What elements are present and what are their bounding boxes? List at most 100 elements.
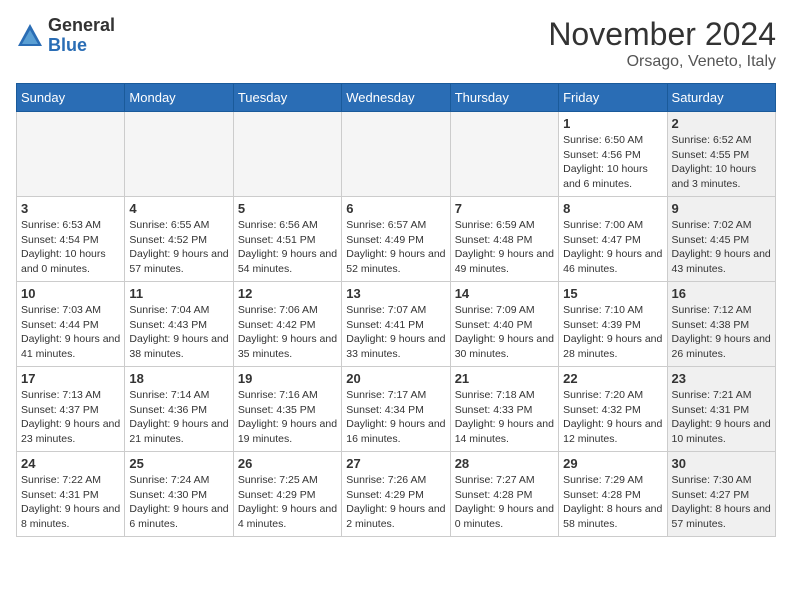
logo: General Blue [16, 16, 115, 56]
day-number: 19 [238, 371, 337, 386]
calendar-cell: 15Sunrise: 7:10 AM Sunset: 4:39 PM Dayli… [559, 282, 667, 367]
calendar-cell: 2 Sunrise: 6:52 AM Sunset: 4:55 PM Daylig… [667, 112, 775, 197]
calendar-cell: 1Sunrise: 6:50 AM Sunset: 4:56 PM Daylig… [559, 112, 667, 197]
calendar-cell: 28 Sunrise: 7:27 AM Sunset: 4:28 PM Dayli… [450, 452, 558, 537]
weekday-header-wednesday: Wednesday [342, 84, 450, 112]
day-info: Sunrise: 7:29 AM Sunset: 4:28 PM Dayligh… [563, 473, 662, 532]
day-info: Sunrise: 6:52 AM Sunset: 4:55 PM Dayligh… [672, 133, 771, 192]
week-row-3: 10 Sunrise: 7:03 AM Sunset: 4:44 PM Dayli… [17, 282, 776, 367]
calendar-cell: 24 Sunrise: 7:22 AM Sunset: 4:31 PM Dayli… [17, 452, 125, 537]
day-info: Sunrise: 7:26 AM Sunset: 4:29 PM Dayligh… [346, 473, 445, 532]
day-info: Sunrise: 7:30 AM Sunset: 4:27 PM Dayligh… [672, 473, 771, 532]
week-row-1: 1Sunrise: 6:50 AM Sunset: 4:56 PM Daylig… [17, 112, 776, 197]
day-info: Sunrise: 7:27 AM Sunset: 4:28 PM Dayligh… [455, 473, 554, 532]
title-block: November 2024 Orsago, Veneto, Italy [548, 16, 776, 71]
calendar-cell: 20 Sunrise: 7:17 AM Sunset: 4:34 PM Dayli… [342, 367, 450, 452]
calendar-cell: 12 Sunrise: 7:06 AM Sunset: 4:42 PM Dayli… [233, 282, 341, 367]
day-info: Sunrise: 7:18 AM Sunset: 4:33 PM Dayligh… [455, 388, 554, 447]
calendar-cell: 8 Sunrise: 7:00 AM Sunset: 4:47 PM Daylig… [559, 197, 667, 282]
day-number: 30 [672, 456, 771, 471]
day-info: Sunrise: 7:12 AM Sunset: 4:38 PM Dayligh… [672, 303, 771, 362]
day-number: 12 [238, 286, 337, 301]
day-number: 7 [455, 201, 554, 216]
calendar-table: SundayMondayTuesdayWednesdayThursdayFrid… [16, 83, 776, 537]
logo-icon [16, 22, 44, 50]
day-number: 29 [563, 456, 662, 471]
day-number: 28 [455, 456, 554, 471]
day-number: 18 [129, 371, 228, 386]
calendar-cell [342, 112, 450, 197]
day-info: Sunrise: 6:56 AM Sunset: 4:51 PM Dayligh… [238, 218, 337, 277]
day-info: Sunrise: 6:59 AM Sunset: 4:48 PM Dayligh… [455, 218, 554, 277]
calendar-cell: 6 Sunrise: 6:57 AM Sunset: 4:49 PM Daylig… [342, 197, 450, 282]
calendar-cell [450, 112, 558, 197]
day-number: 10 [21, 286, 120, 301]
day-info: Sunrise: 7:16 AM Sunset: 4:35 PM Dayligh… [238, 388, 337, 447]
calendar-cell: 18 Sunrise: 7:14 AM Sunset: 4:36 PM Dayli… [125, 367, 233, 452]
day-info: Sunrise: 7:13 AM Sunset: 4:37 PM Dayligh… [21, 388, 120, 447]
calendar-cell: 9 Sunrise: 7:02 AM Sunset: 4:45 PM Daylig… [667, 197, 775, 282]
weekday-header-tuesday: Tuesday [233, 84, 341, 112]
day-number: 25 [129, 456, 228, 471]
day-info: Sunrise: 7:04 AM Sunset: 4:43 PM Dayligh… [129, 303, 228, 362]
day-number: 23 [672, 371, 771, 386]
day-number: 13 [346, 286, 445, 301]
week-row-5: 24 Sunrise: 7:22 AM Sunset: 4:31 PM Dayli… [17, 452, 776, 537]
calendar-cell: 25 Sunrise: 7:24 AM Sunset: 4:30 PM Dayli… [125, 452, 233, 537]
day-number: 9 [672, 201, 771, 216]
calendar-cell: 7 Sunrise: 6:59 AM Sunset: 4:48 PM Daylig… [450, 197, 558, 282]
day-info: Sunrise: 7:09 AM Sunset: 4:40 PM Dayligh… [455, 303, 554, 362]
weekday-header-sunday: Sunday [17, 84, 125, 112]
calendar-cell: 23 Sunrise: 7:21 AM Sunset: 4:31 PM Dayli… [667, 367, 775, 452]
calendar-cell [125, 112, 233, 197]
logo-blue-text: Blue [48, 35, 87, 55]
day-info: Sunrise: 7:24 AM Sunset: 4:30 PM Dayligh… [129, 473, 228, 532]
location-text: Orsago, Veneto, Italy [548, 53, 776, 71]
day-number: 15 [563, 286, 662, 301]
calendar-cell: 3 Sunrise: 6:53 AM Sunset: 4:54 PM Daylig… [17, 197, 125, 282]
day-info: Sunrise: 7:20 AM Sunset: 4:32 PM Dayligh… [563, 388, 662, 447]
day-info: Sunrise: 6:55 AM Sunset: 4:52 PM Dayligh… [129, 218, 228, 277]
calendar-cell: 22 Sunrise: 7:20 AM Sunset: 4:32 PM Dayli… [559, 367, 667, 452]
day-number: 22 [563, 371, 662, 386]
day-number: 24 [21, 456, 120, 471]
day-number: 4 [129, 201, 228, 216]
day-number: 27 [346, 456, 445, 471]
calendar-cell: 4 Sunrise: 6:55 AM Sunset: 4:52 PM Daylig… [125, 197, 233, 282]
calendar-cell: 19 Sunrise: 7:16 AM Sunset: 4:35 PM Dayli… [233, 367, 341, 452]
day-number: 26 [238, 456, 337, 471]
day-info: Sunrise: 7:03 AM Sunset: 4:44 PM Dayligh… [21, 303, 120, 362]
day-info: Sunrise: 7:06 AM Sunset: 4:42 PM Dayligh… [238, 303, 337, 362]
day-number: 1 [563, 116, 662, 131]
logo-general-text: General [48, 15, 115, 35]
day-number: 2 [672, 116, 771, 131]
day-info: Sunrise: 6:53 AM Sunset: 4:54 PM Dayligh… [21, 218, 120, 277]
day-number: 11 [129, 286, 228, 301]
calendar-cell: 10 Sunrise: 7:03 AM Sunset: 4:44 PM Dayli… [17, 282, 125, 367]
day-info: Sunrise: 7:00 AM Sunset: 4:47 PM Dayligh… [563, 218, 662, 277]
day-number: 3 [21, 201, 120, 216]
page-header: General Blue November 2024 Orsago, Venet… [16, 16, 776, 71]
day-info: Sunrise: 7:25 AM Sunset: 4:29 PM Dayligh… [238, 473, 337, 532]
calendar-cell: 21 Sunrise: 7:18 AM Sunset: 4:33 PM Dayli… [450, 367, 558, 452]
day-number: 6 [346, 201, 445, 216]
day-number: 21 [455, 371, 554, 386]
day-info: Sunrise: 6:57 AM Sunset: 4:49 PM Dayligh… [346, 218, 445, 277]
day-info: Sunrise: 7:07 AM Sunset: 4:41 PM Dayligh… [346, 303, 445, 362]
day-number: 20 [346, 371, 445, 386]
day-number: 17 [21, 371, 120, 386]
weekday-header-thursday: Thursday [450, 84, 558, 112]
calendar-cell: 29 Sunrise: 7:29 AM Sunset: 4:28 PM Dayli… [559, 452, 667, 537]
day-info: Sunrise: 7:14 AM Sunset: 4:36 PM Dayligh… [129, 388, 228, 447]
day-info: Sunrise: 7:17 AM Sunset: 4:34 PM Dayligh… [346, 388, 445, 447]
day-info: Sunrise: 7:02 AM Sunset: 4:45 PM Dayligh… [672, 218, 771, 277]
weekday-header-friday: Friday [559, 84, 667, 112]
day-info: Sunrise: 7:22 AM Sunset: 4:31 PM Dayligh… [21, 473, 120, 532]
calendar-cell: 11 Sunrise: 7:04 AM Sunset: 4:43 PM Dayli… [125, 282, 233, 367]
calendar-cell: 30 Sunrise: 7:30 AM Sunset: 4:27 PM Dayli… [667, 452, 775, 537]
week-row-4: 17 Sunrise: 7:13 AM Sunset: 4:37 PM Dayli… [17, 367, 776, 452]
calendar-cell: 14Sunrise: 7:09 AM Sunset: 4:40 PM Dayli… [450, 282, 558, 367]
day-number: 8 [563, 201, 662, 216]
day-info: Sunrise: 7:21 AM Sunset: 4:31 PM Dayligh… [672, 388, 771, 447]
calendar-cell: 16Sunrise: 7:12 AM Sunset: 4:38 PM Dayli… [667, 282, 775, 367]
